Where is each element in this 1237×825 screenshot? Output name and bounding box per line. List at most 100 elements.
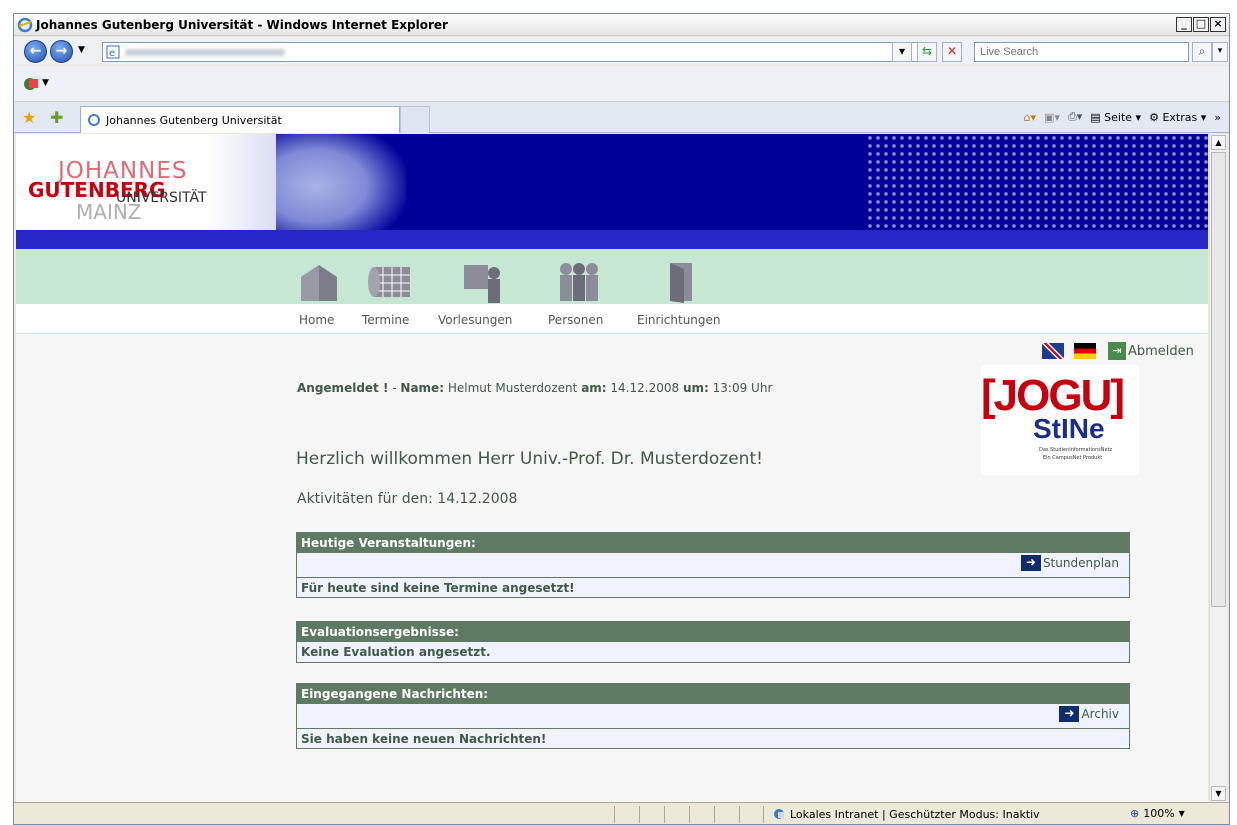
zoom-control[interactable]: ⊕ 100% ▼ (1130, 807, 1185, 820)
tab-bar: ★ ✚ Johannes Gutenberg Universität ⌂▾ ▣▾… (14, 103, 1229, 133)
people-icon[interactable] (556, 261, 602, 303)
minimize-button[interactable]: _ (1176, 17, 1192, 32)
new-tab-button[interactable] (400, 106, 430, 133)
nav-vorlesungen[interactable]: Vorlesungen (438, 313, 512, 327)
door-icon[interactable] (666, 261, 696, 303)
nav-home[interactable]: Home (299, 313, 334, 327)
zoom-level: 100% (1143, 807, 1175, 820)
page-menu[interactable]: ▤ Seite ▾ (1090, 111, 1141, 124)
logout-label: Abmelden (1128, 343, 1194, 359)
stine-sub1: Das StudienInformationsNetz (1039, 447, 1113, 453)
messages-title: Eingegangene Nachrichten: (297, 684, 1129, 704)
welcome-heading: Herzlich willkommen Herr Univ.-Prof. Dr.… (296, 449, 763, 469)
tab-active[interactable]: Johannes Gutenberg Universität (80, 106, 400, 133)
status-name: Helmut Musterdozent (447, 381, 578, 395)
activities-heading: Aktivitäten für den: 14.12.2008 (297, 491, 518, 507)
search-icon[interactable]: ⌕ (1192, 42, 1212, 62)
today-events-title: Heutige Veranstaltungen: (297, 533, 1129, 553)
tools-menu[interactable]: ⚙ Extras ▾ (1149, 111, 1206, 124)
tools-menu-label: Extras (1162, 110, 1198, 124)
evaluation-box: Evaluationsergebnisse: Keine Evaluation … (296, 621, 1130, 663)
vertical-scrollbar[interactable]: ▲ ▼ (1209, 134, 1227, 802)
address-bar[interactable]: e (102, 42, 922, 62)
search-input[interactable] (974, 42, 1189, 62)
print-icon[interactable]: ⎙▾ (1068, 110, 1082, 124)
site-header: JOHANNES GUTENBERG UNIVERSITÄT MAINZ (16, 134, 1208, 249)
schedule-link[interactable]: ➜ Stundenplan (1020, 555, 1119, 571)
blurred-url (125, 49, 285, 56)
forward-button[interactable]: → (50, 40, 73, 63)
language-icon[interactable] (22, 76, 40, 92)
search-options-button[interactable]: ▾ (1212, 42, 1228, 62)
messages-box: Eingegangene Nachrichten: ➜ Archiv Sie ha… (296, 683, 1130, 749)
maximize-button[interactable]: □ (1193, 17, 1209, 32)
scroll-up-button[interactable]: ▲ (1211, 135, 1226, 150)
feed-icon[interactable]: ▣▾ (1044, 111, 1060, 124)
window-title: Johannes Gutenberg Universität - Windows… (36, 18, 448, 32)
evaluation-title: Evaluationsergebnisse: (297, 622, 1129, 642)
nav-personen[interactable]: Personen (548, 313, 603, 327)
home-icon[interactable]: ⌂▾ (1024, 111, 1037, 124)
toolbar-tools: ⌂▾ ▣▾ ⎙▾ ▤ Seite ▾ ⚙ Extras ▾ » (1024, 110, 1221, 124)
archive-link[interactable]: ➜ Archiv (1059, 706, 1119, 722)
stine-text: StINe (1033, 413, 1105, 444)
command-bar: ▼ (14, 66, 1229, 102)
more-tools-icon[interactable]: » (1214, 111, 1221, 124)
status-um-label: um: (682, 381, 709, 395)
stop-icon[interactable]: ✕ (942, 42, 962, 62)
chevron-down-icon[interactable]: ▼ (42, 78, 49, 88)
zoom-dropdown-icon: ▼ (1178, 809, 1185, 818)
intranet-icon (774, 809, 784, 819)
jogustine-logo: [JOGU] StINe Das StudienInformationsNetz… (981, 365, 1139, 475)
browser-window: Johannes Gutenberg Universität - Windows… (13, 13, 1230, 825)
house-icon[interactable] (299, 263, 339, 303)
navigation-bar: ← → ▼ e ▾ ⇆ ✕ ⌕ ▾ (14, 37, 1229, 65)
status-am-label: am: (581, 381, 607, 395)
favorites-star-icon[interactable]: ★ (22, 108, 36, 127)
back-button[interactable]: ← (24, 40, 47, 63)
stine-sub2: Ein CampusNet Produkt (1043, 455, 1103, 461)
logout-icon: ⇥ (1108, 342, 1126, 360)
german-flag-icon[interactable] (1074, 343, 1096, 359)
ie-logo-icon (17, 17, 33, 33)
title-bar: Johannes Gutenberg Universität - Windows… (14, 14, 1229, 36)
nav-termine[interactable]: Termine (362, 313, 409, 327)
address-dropdown-button[interactable]: ▾ (892, 42, 912, 62)
security-zone[interactable]: Lokales Intranet | Geschützter Modus: In… (772, 807, 1040, 821)
scroll-thumb[interactable] (1211, 152, 1226, 607)
schedule-label: Stundenplan (1042, 556, 1119, 570)
arrow-right-icon: ➜ (1059, 706, 1080, 722)
zoom-icon: ⊕ (1130, 807, 1140, 820)
status-date: 14.12.2008 (610, 381, 680, 395)
today-events-links: ➜ Stundenplan (297, 553, 1129, 577)
evaluation-message: Keine Evaluation angesetzt. (301, 645, 491, 659)
nav-links: Home Termine Vorlesungen Personen Einric… (16, 304, 1208, 334)
messages-message: Sie haben keine neuen Nachrichten! (297, 728, 1129, 748)
status-name-label: Name: (400, 381, 444, 395)
nav-icon-bar (16, 249, 1208, 304)
svg-text:e: e (109, 48, 115, 59)
today-events-box: Heutige Veranstaltungen: ➜ Stundenplan Fü… (296, 532, 1130, 598)
english-flag-icon[interactable] (1042, 343, 1064, 359)
status-bar: Lokales Intranet | Geschützter Modus: In… (14, 802, 1229, 824)
logout-link[interactable]: ⇥ Abmelden (1108, 342, 1194, 360)
page-icon: e (106, 45, 120, 59)
archive-label: Archiv (1081, 707, 1119, 721)
nav-einrichtungen[interactable]: Einrichtungen (637, 313, 721, 327)
logo-line4: MAINZ (76, 200, 142, 224)
scroll-down-button[interactable]: ▼ (1211, 786, 1226, 801)
dot-pattern (866, 134, 1208, 230)
history-dropdown-icon[interactable]: ▼ (78, 45, 85, 55)
add-favorite-icon[interactable]: ✚ (50, 108, 63, 127)
tab-title: Johannes Gutenberg Universität (106, 114, 282, 127)
close-button[interactable]: × (1210, 17, 1226, 32)
status-prefix: Angemeldet ! (297, 381, 389, 395)
security-zone-label: Lokales Intranet | Geschützter Modus: In… (790, 807, 1040, 821)
page-menu-label: Seite (1104, 110, 1133, 124)
status-time: 13:09 Uhr (712, 381, 773, 395)
calendar-icon[interactable] (366, 265, 412, 299)
lecture-icon[interactable] (462, 263, 504, 303)
messages-links: ➜ Archiv (297, 704, 1129, 728)
refresh-icon[interactable]: ⇆ (917, 42, 937, 62)
main-area: ⇥ Abmelden Angemeldet ! - Name: Helmut M… (16, 335, 1208, 802)
